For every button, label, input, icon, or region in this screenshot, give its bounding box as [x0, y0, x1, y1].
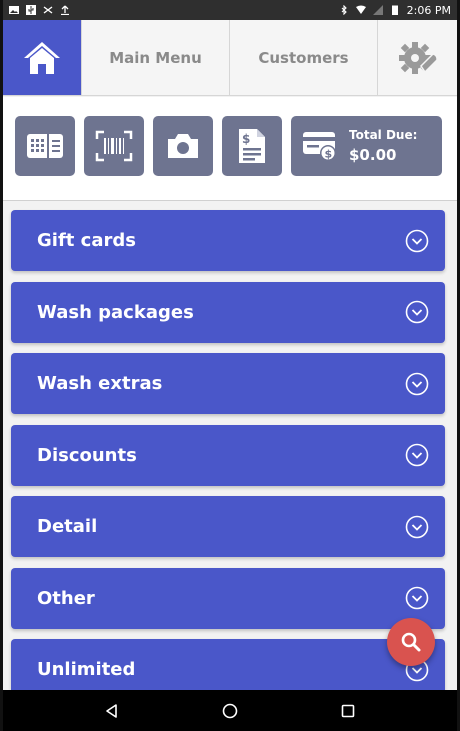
category-other[interactable]: Other — [11, 567, 445, 629]
image-icon — [9, 6, 19, 14]
home-button[interactable] — [3, 20, 81, 95]
home-circle-icon[interactable] — [222, 703, 238, 719]
signal-icon — [372, 5, 383, 15]
settings-button[interactable] — [377, 20, 457, 95]
total-due: Total Due: $0.00 — [349, 128, 417, 163]
category-label: Other — [37, 587, 95, 609]
category-label: Detail — [37, 516, 98, 537]
category-detail[interactable]: Detail — [11, 496, 445, 557]
bluetooth-icon — [341, 5, 347, 15]
chevron-down-circle-icon — [405, 300, 429, 324]
svg-text:$: $ — [325, 148, 333, 161]
status-left-icons — [9, 5, 70, 15]
chevron-down-circle-icon — [405, 372, 429, 395]
status-time: 2:06 PM — [406, 3, 451, 17]
app-screen: 2:06 PM Main Menu Customers $ $ Total Du… — [0, 0, 460, 731]
category-label: Wash packages — [37, 301, 194, 323]
back-triangle-icon[interactable] — [104, 703, 120, 719]
chevron-down-circle-icon — [405, 586, 429, 610]
chevron-down-circle-icon — [405, 229, 429, 252]
category-list: Gift cards Wash packages Wash extras Dis… — [11, 210, 445, 711]
usb-icon — [26, 5, 36, 15]
status-bar: 2:06 PM — [3, 0, 457, 20]
tab-main-menu[interactable]: Main Menu — [81, 20, 229, 95]
barcode-scanner-icon — [95, 130, 133, 162]
card-reader-icon — [27, 134, 63, 158]
search-fab-button[interactable] — [387, 618, 435, 666]
total-due-button[interactable]: $ Total Due: $0.00 — [291, 116, 442, 176]
upload-icon — [61, 5, 69, 15]
category-discounts[interactable]: Discounts — [11, 424, 445, 486]
total-due-value: $0.00 — [349, 145, 397, 164]
system-nav-bar — [3, 690, 457, 731]
svg-text:$: $ — [242, 132, 250, 146]
invoice-button[interactable]: $ — [222, 116, 282, 176]
chevron-down-circle-icon — [405, 515, 429, 538]
recents-square-icon[interactable] — [340, 703, 356, 719]
gear-wrench-icon — [398, 41, 438, 74]
action-toolbar: $ $ Total Due: $0.00 — [3, 97, 457, 201]
category-wash-extras[interactable]: Wash extras — [11, 353, 445, 414]
wifi-icon — [355, 5, 366, 14]
camera-button[interactable] — [153, 116, 213, 176]
battery-icon — [391, 5, 398, 15]
camera-icon — [168, 134, 198, 158]
chevron-down-circle-icon — [405, 443, 429, 467]
category-label: Unlimited — [37, 659, 136, 680]
category-gift-cards[interactable]: Gift cards — [11, 210, 445, 271]
status-right-icons: 2:06 PM — [339, 4, 451, 17]
total-due-label: Total Due: — [349, 128, 418, 143]
home-icon — [24, 41, 60, 74]
search-icon — [401, 632, 421, 652]
top-nav: Main Menu Customers — [3, 20, 457, 96]
card-reader-button[interactable] — [15, 116, 75, 176]
payment-card-dollar-icon: $ — [303, 132, 336, 161]
invoice-icon: $ — [239, 129, 265, 163]
category-wash-packages[interactable]: Wash packages — [11, 281, 445, 343]
tab-customers[interactable]: Customers — [229, 20, 377, 95]
barcode-scan-button[interactable] — [84, 116, 144, 176]
category-label: Discounts — [37, 444, 137, 466]
category-label: Gift cards — [37, 230, 136, 251]
wifi-off-icon — [43, 6, 53, 14]
category-label: Wash extras — [37, 373, 163, 394]
